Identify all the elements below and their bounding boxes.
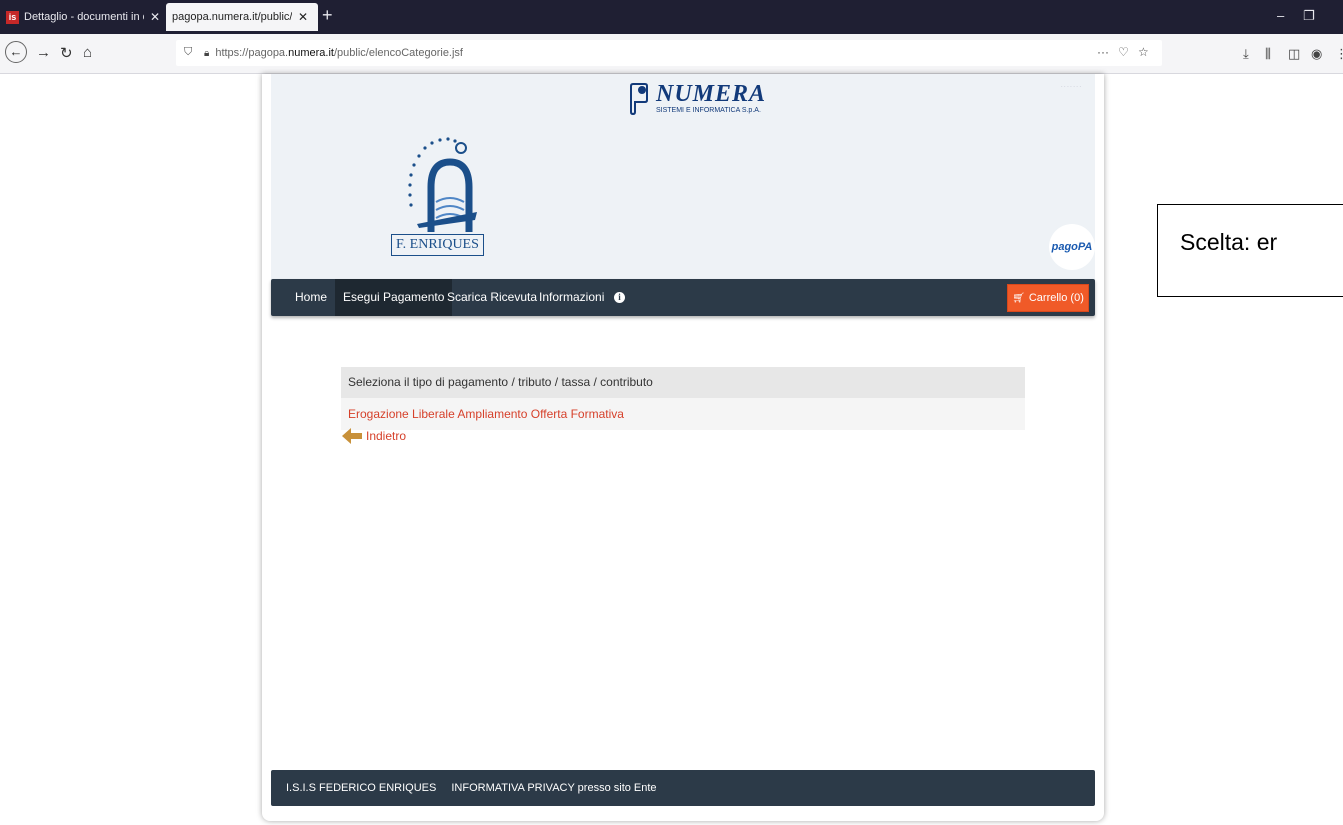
annotation-box: Scelta: er — [1157, 204, 1343, 297]
school-logo-label: F. ENRIQUES — [391, 234, 484, 256]
download-icon[interactable]: ⤓ — [1243, 46, 1249, 62]
tab-title: pagopa.numera.it/public/elencoCa — [172, 11, 292, 23]
shield-icon[interactable]: ⛉ — [184, 46, 192, 59]
arrow-left-icon — [342, 428, 362, 444]
annotation-text: Scelta: er — [1180, 229, 1278, 255]
cart-label: Carrello (0) — [1028, 292, 1084, 304]
browser-tab-bar: is Dettaglio - documenti in entrat ✕ pag… — [0, 0, 1343, 34]
cart-icon: 🛒︎ — [1012, 292, 1025, 304]
url-bar[interactable]: ⛉ 🔒︎ https://pagopa. numera.it/public/ele… — [176, 40, 1162, 66]
more-icon[interactable]: ··· — [1097, 45, 1109, 59]
back-label: Indietro — [366, 429, 407, 443]
footer-privacy-link[interactable]: INFORMATIVA PRIVACY presso sito Ente — [451, 782, 656, 794]
pagopa-logo: pagoPA — [1049, 224, 1095, 270]
browser-nav-bar: ← → ↻ ⌂ ⛉ 🔒︎ https://pagopa. numera.it/pu… — [0, 34, 1343, 74]
home-icon[interactable]: ⌂ — [83, 44, 92, 61]
payment-option-link[interactable]: Erogazione Liberale Ampliamento Offerta … — [341, 398, 1025, 430]
nav-informazioni[interactable]: Informazioni — [531, 279, 612, 316]
numera-mark-icon — [630, 83, 648, 116]
site-footer: I.S.I.S FEDERICO ENRIQUES INFORMATIVA PR… — [271, 770, 1095, 806]
back-link[interactable]: Indietro — [341, 427, 406, 445]
tab-pagopa[interactable]: pagopa.numera.it/public/elencoCa ✕ — [166, 3, 318, 31]
library-icon[interactable]: ⫼ — [1265, 46, 1271, 62]
header-fine-print: · · · · · · · — [1061, 84, 1081, 90]
star-icon[interactable]: ☆ — [1138, 45, 1149, 59]
back-icon[interactable]: ← — [5, 41, 27, 63]
site-favicon-icon: is — [6, 10, 19, 24]
pocket-icon[interactable]: ♡ — [1118, 45, 1129, 59]
close-tab-icon[interactable]: ✕ — [298, 10, 308, 24]
url-prefix: https://pagopa. — [215, 47, 289, 59]
restore-icon[interactable]: ❐ — [1303, 8, 1315, 24]
numera-name: NUMERA — [656, 81, 767, 107]
payment-type-panel: Seleziona il tipo di pagamento / tributo… — [341, 367, 1025, 430]
minimize-icon[interactable]: – — [1277, 8, 1284, 23]
nav-home[interactable]: Home — [287, 279, 335, 316]
numera-subtitle: SISTEMI E INFORMATICA S.p.A. — [656, 107, 761, 114]
main-nav: Home Esegui Pagamento Scarica Ricevuta I… — [271, 279, 1095, 316]
close-tab-icon[interactable]: ✕ — [150, 10, 160, 24]
new-tab-button[interactable]: + — [322, 6, 333, 24]
reload-icon[interactable]: ↻ — [60, 44, 73, 62]
cart-button[interactable]: 🛒︎ Carrello (0) — [1007, 284, 1089, 312]
menu-icon[interactable]: ⋮ — [1335, 46, 1343, 62]
info-icon[interactable]: i — [614, 292, 625, 303]
nav-scarica-ricevuta[interactable]: Scarica Ricevuta — [439, 279, 545, 316]
page-card: NUMERA SISTEMI E INFORMATICA S.p.A. · · … — [262, 74, 1104, 821]
lock-icon[interactable]: 🔒︎ — [204, 48, 209, 59]
sidebar-icon[interactable]: ◫ — [1288, 46, 1300, 62]
account-icon[interactable]: ◉ — [1311, 46, 1322, 62]
tab-dettaglio[interactable]: is Dettaglio - documenti in entrat ✕ — [0, 3, 164, 31]
tab-title: Dettaglio - documenti in entrat — [24, 11, 144, 23]
nav-esegui-pagamento[interactable]: Esegui Pagamento — [335, 279, 453, 316]
numera-logo[interactable]: NUMERA SISTEMI E INFORMATICA S.p.A. — [626, 82, 766, 116]
footer-school-name: I.S.I.S FEDERICO ENRIQUES — [286, 782, 437, 794]
url-domain: numera.it — [288, 47, 334, 59]
site-header: NUMERA SISTEMI E INFORMATICA S.p.A. · · … — [271, 74, 1095, 280]
url-path: /public/elencoCategorie.jsf — [333, 47, 463, 59]
panel-title: Seleziona il tipo di pagamento / tributo… — [341, 367, 1025, 398]
forward-icon[interactable]: → — [36, 44, 51, 61]
